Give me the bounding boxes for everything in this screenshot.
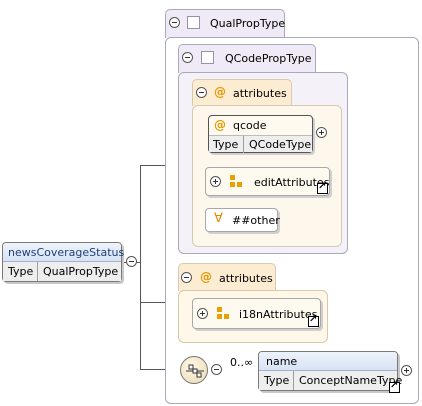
qualprop-type-icon [187, 16, 200, 29]
name-type-label: Type [264, 374, 290, 387]
outer-attributes-at-icon: @ [200, 270, 212, 284]
qualprop-collapse-icon[interactable] [169, 17, 180, 28]
inner-attributes-at-icon: @ [214, 85, 226, 99]
qcode-name: qcode [233, 119, 267, 132]
qcode-type-label: Type [213, 138, 239, 151]
qcode-expand-icon[interactable] [316, 127, 327, 138]
root-collapse-icon[interactable] [126, 256, 137, 267]
edit-attributes-box[interactable]: editAttributes [205, 167, 330, 196]
qualprop-title: QualPropType [210, 17, 286, 30]
sequence-cardinality: 0..∞ [230, 356, 254, 369]
qcode-type-separator [243, 136, 244, 153]
edit-attributes-group-icon [230, 175, 244, 189]
name-type-value: ConceptNameType [299, 374, 403, 387]
name-element-type-row: Type ConceptNameType [259, 371, 402, 390]
name-element-name: name [266, 355, 298, 368]
root-element-type-row: Type QualPropType [3, 262, 121, 281]
name-element-box[interactable]: name Type ConceptNameType [258, 351, 402, 391]
qcode-type-row: Type QCodeType [209, 135, 312, 153]
root-type-separator [37, 262, 38, 281]
i18n-attributes-label: i18nAttributes [239, 308, 318, 321]
root-type-label: Type [8, 265, 34, 278]
root-type-value: QualPropType [43, 265, 119, 278]
edit-attributes-link-icon[interactable] [317, 181, 328, 194]
outer-attributes-collapse-icon[interactable] [181, 272, 192, 283]
other-attribute-label: ##other [232, 214, 280, 227]
qcode-attribute-box[interactable]: @ qcode Type QCodeType [208, 115, 313, 153]
qcodeprop-type-icon [201, 51, 214, 64]
sequence-collapse-icon[interactable] [211, 364, 222, 375]
any-attribute-icon: ∀ [214, 211, 223, 226]
other-attribute-box[interactable]: ∀ ##other [205, 208, 280, 232]
qcodeprop-title: QCodePropType [225, 52, 312, 65]
qcodeprop-collapse-icon[interactable] [182, 52, 193, 63]
name-element-expand-icon[interactable] [401, 365, 412, 376]
inner-attributes-collapse-icon[interactable] [196, 87, 207, 98]
edit-attributes-expand-icon[interactable] [210, 176, 221, 187]
i18n-attributes-box[interactable]: i18nAttributes [192, 298, 321, 329]
i18n-attributes-group-icon [217, 307, 231, 321]
name-type-separator [293, 371, 294, 390]
i18n-attributes-link-icon[interactable] [308, 314, 319, 327]
inner-attributes-title: attributes [233, 87, 287, 100]
i18n-attributes-expand-icon[interactable] [197, 308, 208, 319]
outer-attributes-title: attributes [219, 272, 273, 285]
connector-trunk [140, 165, 141, 370]
name-element-header: name [259, 352, 397, 371]
root-element-header: newsCoverageStatus [3, 243, 125, 262]
root-element-box[interactable]: newsCoverageStatus Type QualPropType [2, 242, 125, 282]
sequence-compositor-icon[interactable] [180, 356, 208, 384]
qcode-at-icon: @ [214, 118, 226, 132]
name-element-link-icon[interactable] [389, 380, 400, 393]
root-element-name: newsCoverageStatus [8, 246, 125, 259]
qcode-type-value: QCodeType [249, 138, 312, 151]
